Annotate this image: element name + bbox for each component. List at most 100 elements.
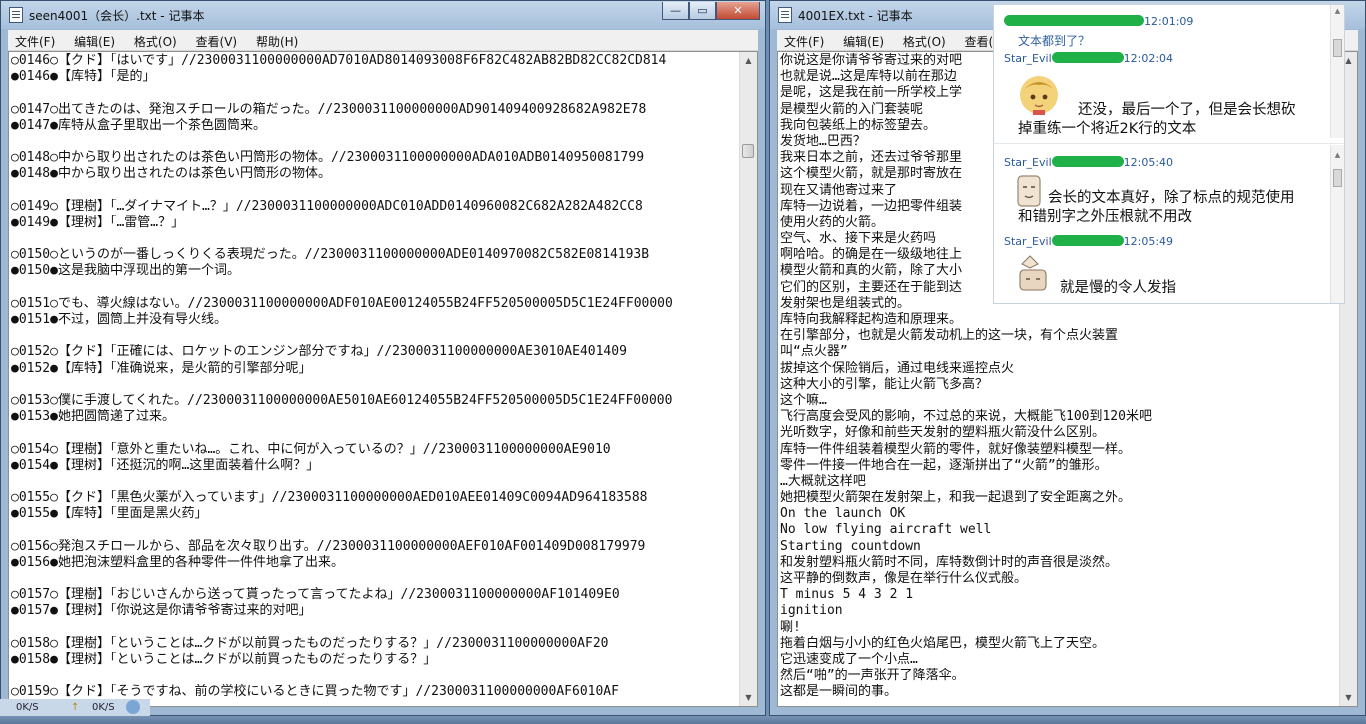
text-line: ●0148●中から取り出されたのは茶色い円筒形の物体。 <box>11 166 331 182</box>
text-line: ○0158○【理樹】「ということは…クドが以前買ったものだったりする？」//23… <box>11 635 609 651</box>
text-line: ○0157○【理樹】「おじいさんから送って貰ったって言ってたよね」//23000… <box>11 587 620 603</box>
text-line: Starting countdown <box>780 538 921 554</box>
chat-message: 还没，最后一个了，但是会长想砍掉重练一个将近2K行的文本 <box>1018 102 1296 137</box>
text-line: ○0149○【理樹】「…ダイナマイト…？」//2300031100000000A… <box>11 198 643 214</box>
text-line: …大概就这样吧 <box>780 473 866 489</box>
scroll-thumb[interactable] <box>1333 169 1342 187</box>
scroll-up-icon[interactable]: ▲ <box>740 52 757 69</box>
text-content[interactable]: ○0146○【クド】「はいです」//2300031100000000AD7010… <box>11 53 739 706</box>
text-line <box>11 328 739 344</box>
text-line: 这都是一瞬间的事。 <box>780 684 898 700</box>
scroll-up-icon[interactable]: ▲ <box>1331 5 1344 18</box>
desktop-edge <box>0 716 1366 724</box>
title-bar[interactable]: seen4001（会长）.txt - 记事本 — ▭ ✕ <box>1 1 765 29</box>
text-line: 它迅速变成了一个小点… <box>780 651 918 667</box>
upload-speed: 0K/S <box>16 702 39 713</box>
text-line: 叫“点火器” <box>780 344 848 360</box>
menu-bar: 文件(F) 编辑(E) 格式(O) 查看(V) 帮助(H) <box>8 30 758 51</box>
ie-icon[interactable] <box>126 700 140 714</box>
text-line: 唰! <box>780 619 801 635</box>
text-line: ○0155○【クド】「黒色火薬が入っています」//230003110000000… <box>11 490 648 506</box>
text-line: 库特一件件组装着模型火箭的零件，就好像装塑料模型一样。 <box>780 441 1132 457</box>
notepad-icon <box>778 7 792 23</box>
maximize-button[interactable]: ▭ <box>689 2 716 20</box>
text-line <box>11 231 739 247</box>
redacted-name <box>1051 52 1124 63</box>
menu-view[interactable]: 查看(V) <box>189 30 246 50</box>
sender-name: Star_Evil <box>1004 156 1052 169</box>
scroll-down-icon[interactable]: ▼ <box>1340 689 1357 706</box>
menu-edit[interactable]: 编辑(E) <box>67 30 123 50</box>
text-line: 光听数字，好像和前些天发射的塑料瓶火箭没什么区别。 <box>780 425 1106 441</box>
text-line <box>11 668 739 684</box>
text-line: 在引擎部分，也就是火箭发动机上的这一块，有个点火装置 <box>780 328 1119 344</box>
text-line: T minus 5 4 3 2 1 <box>780 587 914 603</box>
vertical-scrollbar[interactable]: ▲ ▼ <box>739 52 757 706</box>
text-line: 飞行高度会受风的影响，不过总的来说，大概能飞100到120米吧 <box>780 409 1152 425</box>
text-line: ●0147●库特从盒子里取出一个茶色圆筒来。 <box>11 117 266 133</box>
scroll-up-icon[interactable]: ▲ <box>1331 149 1344 162</box>
chat-sender-line: Star_Evil 12:02:04 <box>1004 52 1173 68</box>
text-line <box>11 522 739 538</box>
scroll-thumb[interactable] <box>742 144 754 158</box>
download-speed: 0K/S <box>92 702 115 713</box>
chat-scrollbar[interactable]: ▲ <box>1330 5 1344 138</box>
text-line: 拔掉这个保险销后，通过电线来遥控点火 <box>780 360 1015 376</box>
window-title: 4001EX.txt - 记事本 <box>798 9 913 23</box>
menu-file[interactable]: 文件(F) <box>777 30 832 50</box>
text-line: ●0151●不过，圆筒上并没有导火线。 <box>11 312 227 327</box>
text-line: ●0153●她把圆筒递了过来。 <box>11 409 175 425</box>
notepad-window-seen4001[interactable]: seen4001（会长）.txt - 记事本 — ▭ ✕ 文件(F) 编辑(E)… <box>0 0 766 716</box>
scroll-down-icon[interactable]: ▼ <box>740 689 757 706</box>
text-editor[interactable]: ○0146○【クド】「はいです」//2300031100000000AD7010… <box>8 51 758 707</box>
text-line <box>11 571 739 587</box>
chat-sender-line: Star_Evil 12:05:49 <box>1004 235 1173 251</box>
redacted-name <box>1051 156 1124 167</box>
text-line: ●0146●【库特】「是的」 <box>11 69 156 85</box>
text-line: ●0157●【理树】「你说这是你请爷爷寄过来的对吧」 <box>11 603 312 619</box>
text-line: ○0147○出てきたのは、発泡スチロールの箱だった。//230003110000… <box>11 101 647 117</box>
text-line <box>11 620 739 636</box>
text-line: 库特向我解释起构造和原理来。 <box>780 312 963 327</box>
text-line <box>11 377 739 393</box>
chat-scrollbar[interactable]: ▲ <box>1330 145 1344 303</box>
message-time: 12:02:04 <box>1123 52 1174 65</box>
text-line: ●0149●【理树】「…雷管…？」 <box>11 214 185 230</box>
menu-edit[interactable]: 编辑(E) <box>836 30 892 50</box>
chat-message: 会长的文本真好，除了标点的规范使用和错别字之外压根就不用改 <box>1018 190 1295 225</box>
window-controls: — ▭ ✕ <box>662 2 760 20</box>
scroll-thumb[interactable] <box>1333 39 1342 57</box>
text-line: 拖着白烟与小小的红色火焰尾巴，模型火箭飞上了天空。 <box>780 635 1106 651</box>
chat-sender-line: 12:01:09 <box>1004 15 1193 31</box>
text-line: ○0156○発泡スチロールから、部品を次々取り出す。//230003110000… <box>11 538 646 554</box>
text-line: ○0154○【理樹】「意外と重たいね…。これ、中に何が入っているの？」//230… <box>11 441 611 457</box>
menu-file[interactable]: 文件(F) <box>8 30 63 50</box>
text-line <box>11 85 739 101</box>
text-line <box>11 134 739 150</box>
text-line: ○0151○でも、導火線はない。//2300031100000000ADF010… <box>11 295 673 311</box>
text-line: ●0154●【理树】「还挺沉的啊…这里面装着什么啊？」 <box>11 457 320 473</box>
redacted-name <box>1004 15 1144 26</box>
text-line: 这平静的倒数声，像是在举行什么仪式般。 <box>780 571 1028 586</box>
message-time: 12:05:40 <box>1123 156 1174 169</box>
chat-sender-line: Star_Evil 12:05:40 <box>1004 156 1173 172</box>
minimize-button[interactable]: — <box>662 2 689 20</box>
text-line <box>11 474 739 490</box>
chat-history-panel[interactable]: 12:01:09 文本都到了？ Star_Evil 12:02:04 还没，最后一… <box>993 4 1345 304</box>
chat-message: 文本都到了？ <box>1018 34 1091 48</box>
arrow-up-icon: ↑ <box>71 702 80 713</box>
divider <box>994 143 1344 144</box>
message-time: 12:01:09 <box>1144 15 1194 28</box>
text-line: ●0152●【库特】「准确说来，是火箭的引擎部分呢」 <box>11 360 312 376</box>
close-button[interactable]: ✕ <box>716 2 760 20</box>
text-line: ○0150○というのが一番しっくりくる表現だった。//2300031100000… <box>11 247 650 263</box>
text-line: On the launch OK <box>780 506 906 522</box>
text-line: ○0148○中から取り出されたのは茶色い円筒形の物体。//23000311000… <box>11 150 645 166</box>
text-line: ignition <box>780 603 843 619</box>
window-title: seen4001（会长）.txt - 记事本 <box>29 9 205 23</box>
menu-format[interactable]: 格式(O) <box>127 30 185 50</box>
text-line: 这种大小的引擎，能让火箭飞多高？ <box>780 376 989 392</box>
menu-help[interactable]: 帮助(H) <box>249 30 306 50</box>
menu-format[interactable]: 格式(O) <box>896 30 954 50</box>
text-line: ●0155●【库特】「里面是黑火药」 <box>11 506 208 522</box>
